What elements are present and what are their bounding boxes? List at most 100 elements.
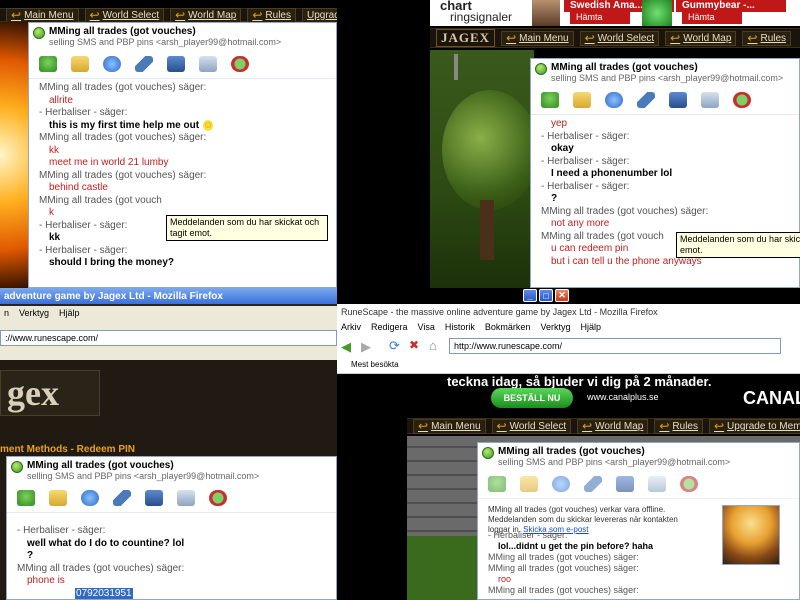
firefox-menu-bar: Arkiv Redigera Visa Historik Bokmärken Verkty… [337, 320, 800, 334]
chat-speaker-line: MMing all trades (got vouch [39, 194, 162, 206]
chat-message: kk [49, 144, 59, 156]
voice-call-icon[interactable] [637, 92, 655, 108]
menu-item[interactable]: n [4, 308, 9, 318]
voice-call-icon[interactable] [584, 476, 602, 492]
nav-world-select[interactable]: ↩ World Select [579, 30, 660, 46]
msn-chat-window: MMing all trades (got vouches) selling S… [477, 442, 800, 600]
minimize-icon[interactable]: _ [523, 289, 537, 302]
close-icon[interactable]: ✕ [555, 289, 569, 302]
menu-item[interactable]: Verktyg [540, 322, 570, 332]
voice-call-icon[interactable] [135, 56, 153, 72]
games-icon[interactable] [701, 92, 719, 108]
nav-main-menu[interactable]: ↩ Main Menu [501, 30, 574, 46]
voice-call-icon[interactable] [113, 490, 131, 506]
block-contact-icon[interactable] [231, 56, 249, 72]
nav-world-map[interactable]: ↩ World Map [170, 7, 242, 23]
nav-rules[interactable]: ↩ Rules [742, 30, 792, 46]
invite-contact-icon[interactable] [541, 92, 559, 108]
invite-contact-icon[interactable] [39, 56, 57, 72]
ad-thumb-1 [532, 0, 560, 26]
nav-rules[interactable]: ↩ Rules [654, 418, 703, 434]
chat-message: ? [27, 550, 34, 561]
contact-name: MMing all trades (got vouches) [49, 26, 196, 37]
jagex-nav-bar: ↩ Main Menu ↩ World Select ↩ World Map ↩ Rul… [0, 7, 337, 23]
maximize-icon[interactable]: □ [539, 289, 553, 302]
video-call-icon[interactable] [605, 92, 623, 108]
chat-speaker-line: MMing all trades (got vouches) säger: [39, 132, 207, 143]
menu-item[interactable]: Historik [445, 322, 475, 332]
activities-icon[interactable] [167, 56, 185, 72]
nav-world-select[interactable]: ↩ World Select [491, 418, 572, 434]
ad-hamta-1[interactable]: Hämta [570, 12, 630, 24]
arrow-icon: ↩ [713, 419, 725, 433]
chat-history: - Herbaliser - säger: well what do I do t… [7, 513, 336, 599]
nav-upgrade[interactable]: Upgrade to [301, 7, 337, 23]
jagex-logo-large: gex [0, 370, 100, 416]
video-call-icon[interactable] [103, 56, 121, 72]
menu-item[interactable]: Hjälp [580, 322, 601, 332]
reload-icon[interactable]: ⟳ [389, 338, 400, 354]
menu-item[interactable]: Visa [418, 322, 435, 332]
nav-upgrade[interactable]: ↩Upgrade to Members [708, 418, 800, 434]
send-file-icon[interactable] [71, 56, 89, 72]
nav-main-menu[interactable]: ↩ Main Menu [413, 418, 486, 434]
video-call-icon[interactable] [552, 476, 570, 492]
chat-speaker-line: MMing all trades (got vouches) säger: [39, 82, 207, 93]
back-icon[interactable]: ◀ [341, 339, 351, 355]
send-file-icon[interactable] [573, 92, 591, 108]
invite-contact-icon[interactable] [488, 476, 506, 492]
ad-ringsignaler: ringsignaler [450, 10, 513, 24]
arrow-icon: ↩ [584, 31, 595, 45]
quadrant-bottom-left: adventure game by Jagex Ltd - Mozilla Fi… [0, 288, 337, 600]
stop-icon[interactable]: ✖ [409, 338, 419, 352]
contact-name: MMing all trades (got vouches) [498, 446, 645, 457]
ad-hamta-2[interactable]: Hämta [682, 12, 742, 24]
menu-item[interactable]: Verktyg [19, 308, 49, 318]
block-contact-icon[interactable] [680, 476, 698, 492]
games-icon[interactable] [177, 490, 195, 506]
block-contact-icon[interactable] [733, 92, 751, 108]
nav-rules[interactable]: ↩ Rules [247, 7, 296, 23]
invite-contact-icon[interactable] [17, 490, 35, 506]
chat-message: not any more [551, 218, 610, 229]
forward-icon[interactable]: ▶ [361, 339, 371, 355]
menu-item[interactable]: Hjälp [59, 308, 80, 318]
chat-speaker-line: MMing all trades (got vouches) säger: [541, 205, 709, 217]
arrow-icon: ↩ [11, 8, 22, 22]
contact-name: MMing all trades (got vouches) [27, 460, 174, 471]
menu-item[interactable]: Bokmärken [485, 322, 531, 332]
jagex-nav-bar: JAGEX ↩ Main Menu ↩ World Select ↩ World Ma… [430, 28, 800, 48]
tooltip: Meddelanden som du har skickat och tagit… [676, 232, 800, 258]
games-icon[interactable] [199, 56, 217, 72]
order-now-button[interactable]: BESTÄLL NU [491, 388, 573, 408]
games-icon[interactable] [648, 476, 666, 492]
ad-banner: chart ringsignaler Swedish Ama... Hämta … [430, 0, 800, 26]
url-bar[interactable]: http://www.runescape.com/ [449, 338, 781, 354]
contact-status-icon [535, 63, 547, 75]
url-bar[interactable]: ://www.runescape.com/ [0, 330, 337, 346]
video-call-icon[interactable] [81, 490, 99, 506]
activities-icon[interactable] [669, 92, 687, 108]
nav-world-map[interactable]: ↩ World Map [577, 418, 649, 434]
bookmarks-bar: Mest besökta [337, 360, 800, 374]
nav-world-map[interactable]: ↩ World Map [665, 30, 737, 46]
chat-speaker-line: - Herbaliser - säger: [17, 525, 106, 536]
chat-speaker-line: MMing all trades (got vouches) säger: [39, 169, 207, 181]
chat-message: I need a phonenumber lol [551, 168, 673, 179]
nav-world-select[interactable]: ↩ World Select [84, 7, 165, 23]
quadrant-bottom-right: _ □ ✕ RuneScape - the massive online adv… [337, 288, 800, 600]
send-file-icon[interactable] [49, 490, 67, 506]
bookmark-most-visited[interactable]: Mest besökta [351, 360, 399, 369]
menu-item[interactable]: Redigera [371, 322, 408, 332]
block-contact-icon[interactable] [209, 490, 227, 506]
menu-item[interactable]: Arkiv [341, 322, 361, 332]
msn-chat-window: MMing all trades (got vouches) selling S… [6, 456, 337, 600]
activities-icon[interactable] [145, 490, 163, 506]
chat-message: behind castle [49, 182, 108, 193]
home-icon[interactable]: ⌂ [429, 338, 437, 353]
activities-icon[interactable] [616, 476, 634, 492]
chat-message: should I bring the money? [49, 257, 174, 268]
nav-main-menu[interactable]: ↩ Main Menu [6, 7, 79, 23]
send-file-icon[interactable] [520, 476, 538, 492]
chat-message: ? [551, 193, 558, 204]
